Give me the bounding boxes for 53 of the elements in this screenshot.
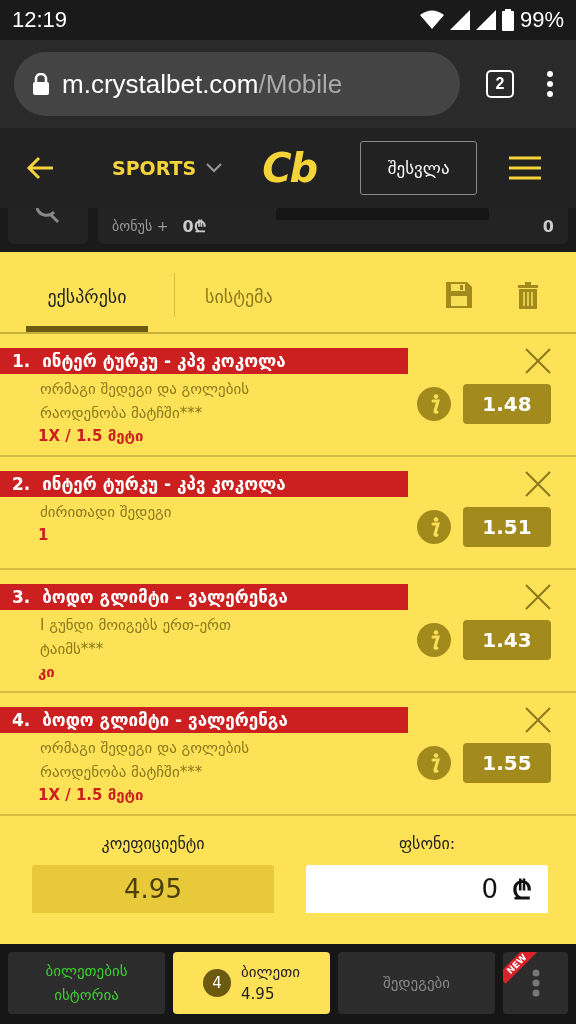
close-icon[interactable] [525,471,551,497]
tab-count-button[interactable]: 2 [486,70,514,98]
bonus-amount: 0₾ [182,216,206,237]
total-odds: 4.95 [32,865,274,913]
bonus-label: ბონუს + [112,218,169,234]
match-title: 1. ინტერ ტურკუ - კპვ კოკოლა [0,348,408,374]
selection: 1X / 1.5 მეტი [37,426,145,445]
results-button[interactable]: შედეგები [338,952,495,1014]
history-button[interactable]: ბილეთების ისტორია [8,952,165,1014]
info-icon[interactable] [417,510,451,544]
info-icon[interactable] [417,746,451,780]
market-name: ორმაგი შედეგი და გოლების რაოდენობა მატჩში*** [39,379,251,424]
address-bar[interactable]: m.crystalbet.com/Mobile [14,52,460,116]
battery-percent: 99% [519,7,564,33]
back-arrow-icon[interactable] [26,156,54,180]
selection: 1X / 1.5 მეტი [37,785,145,804]
chevron-down-icon [206,163,223,173]
match-title: 2. ინტერ ტურკუ - კპვ კოკოლა [0,471,408,497]
signal-icon [449,10,470,30]
lock-icon [32,73,50,95]
logo[interactable]: Cb [262,145,317,191]
trash-icon[interactable] [518,281,538,309]
selection: 1 [37,525,50,544]
stake-field[interactable]: 0 ₾ [306,865,548,913]
market-name: ძირითადი შედეგი [39,502,173,523]
close-icon[interactable] [525,348,551,374]
stake-label: ფსონი: [398,834,456,853]
ticket-label: ბილეთი [241,962,300,983]
close-icon[interactable] [525,584,551,610]
match-title: 3. ბოდო გლიმტი - ვალერენგა [0,584,408,610]
market-name: I გუნდი მოიგებს ერთ-ერთ ტაიმს*** [39,615,233,660]
more-icon [531,969,540,997]
ticket-odds: 4.95 [241,984,276,1005]
clock: 12:19 [12,7,68,33]
sports-dropdown[interactable]: SPORTS [112,157,223,179]
market-name: ორმაგი შედეგი და გოლების რაოდენობა მატჩში*** [39,738,251,783]
save-icon[interactable] [446,282,472,308]
menu-icon[interactable] [509,156,542,180]
ticket-button[interactable]: 4 ბილეთი 4.95 [173,952,330,1014]
login-button[interactable]: შესვლა [360,141,478,195]
wifi-icon [419,10,444,30]
bonus-count: 0 [542,216,554,236]
tab[interactable]: ექსპრესი [26,258,148,332]
signal-icon [475,10,496,30]
info-icon[interactable] [417,623,451,657]
close-icon[interactable] [525,707,551,733]
battery-icon [501,9,514,31]
odds-label: კოეფიციენტი [101,834,205,853]
match-title: 4. ბოდო გლიმტი - ვალერენგა [0,707,408,733]
count-badge: 4 [203,969,232,997]
more-icon[interactable] [546,70,554,98]
info-icon[interactable] [417,387,451,421]
selection: კი [37,662,56,681]
